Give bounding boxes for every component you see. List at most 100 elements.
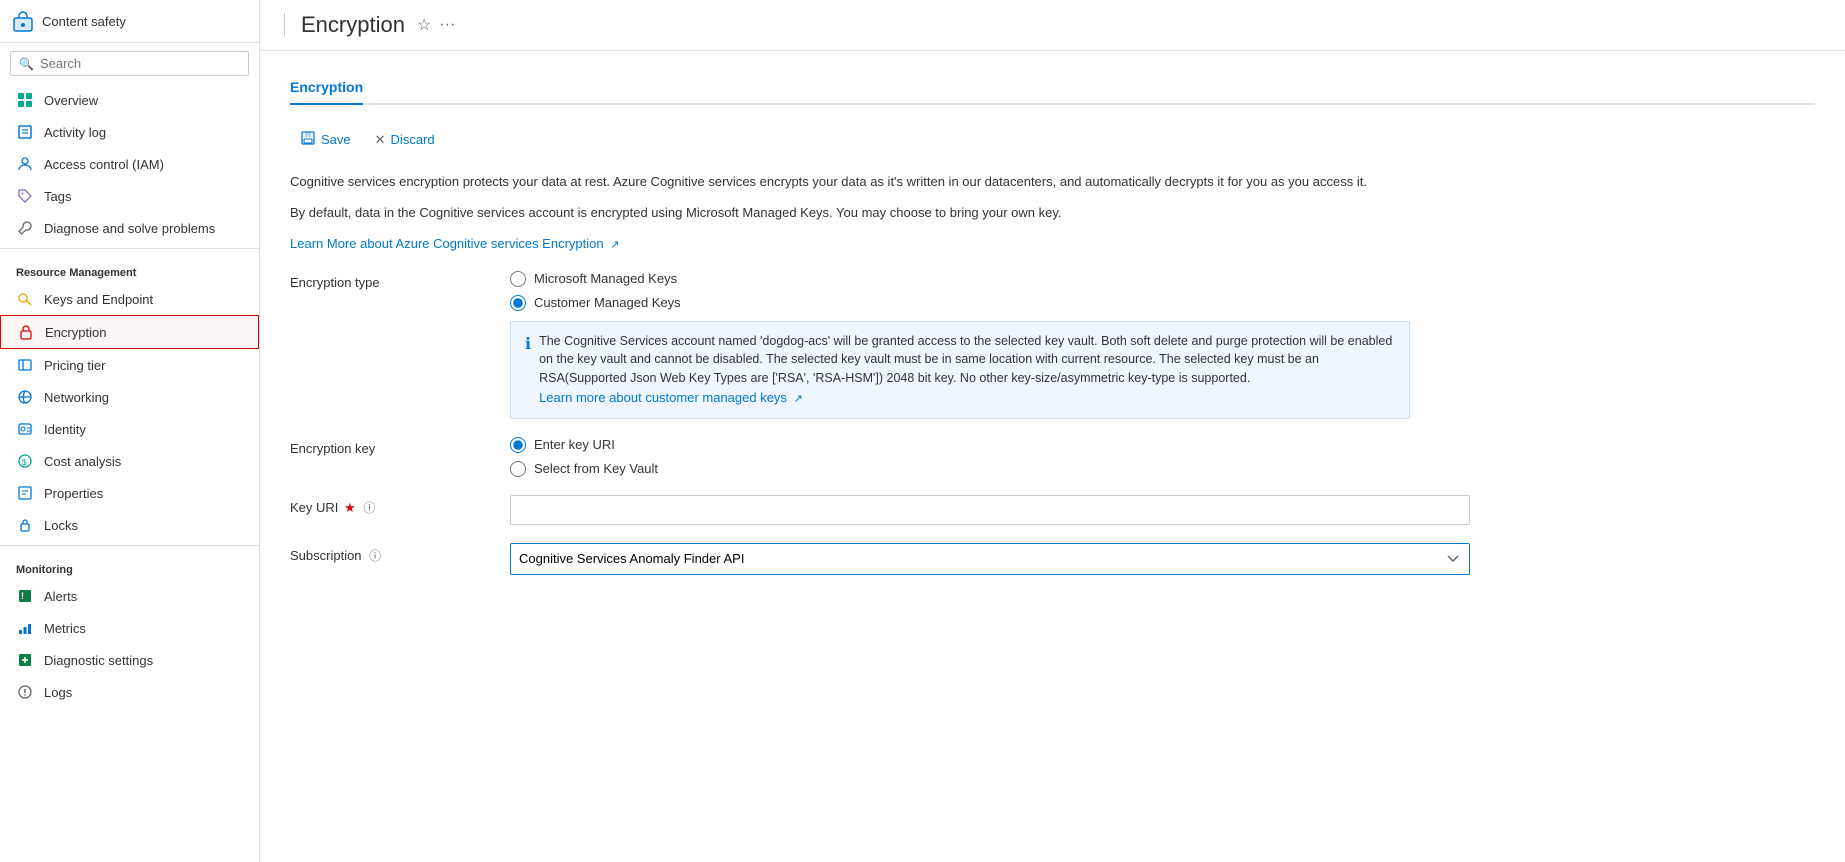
encryption-key-controls: Enter key URI Select from Key Vault xyxy=(510,437,1815,477)
page-header: Encryption ☆ ··· xyxy=(260,0,1845,51)
encryption-type-row: Encryption type Microsoft Managed Keys C… xyxy=(290,271,1815,419)
identity-icon xyxy=(16,420,34,438)
pricing-tier-label: Pricing tier xyxy=(44,358,105,373)
search-icon: 🔍 xyxy=(19,57,34,71)
sidebar-item-overview[interactable]: Overview xyxy=(0,84,259,116)
toolbar: Save ✕ Discard xyxy=(290,125,1815,154)
radio-mmk-label: Microsoft Managed Keys xyxy=(534,271,677,286)
networking-label: Networking xyxy=(44,390,109,405)
encryption-key-label: Encryption key xyxy=(290,437,510,456)
keys-endpoint-label: Keys and Endpoint xyxy=(44,292,153,307)
tab-encryption[interactable]: Encryption xyxy=(290,71,363,105)
grid-icon xyxy=(16,91,34,109)
radio-enter-key-uri-label: Enter key URI xyxy=(534,437,615,452)
sidebar-item-keys-endpoint[interactable]: Keys and Endpoint xyxy=(0,283,259,315)
sidebar-item-tags[interactable]: Tags xyxy=(0,180,259,212)
save-button[interactable]: Save xyxy=(290,125,361,154)
metrics-label: Metrics xyxy=(44,621,86,636)
properties-label: Properties xyxy=(44,486,103,501)
encryption-key-row: Encryption key Enter key URI Select from… xyxy=(290,437,1815,477)
subscription-row: Subscription ⓘ Cognitive Services Anomal… xyxy=(290,543,1815,575)
divider-2 xyxy=(0,545,259,546)
subscription-label: Subscription ⓘ xyxy=(290,543,510,564)
star-icon[interactable]: ☆ xyxy=(417,15,431,35)
discard-button[interactable]: ✕ Discard xyxy=(365,127,445,153)
tab-bar: Encryption xyxy=(290,71,1815,105)
sidebar-item-pricing-tier[interactable]: Pricing tier xyxy=(0,349,259,381)
sidebar-item-identity[interactable]: Identity xyxy=(0,413,259,445)
identity-label: Identity xyxy=(44,422,86,437)
sidebar-item-locks[interactable]: Locks xyxy=(0,509,259,541)
locks-icon xyxy=(16,516,34,534)
tag-icon xyxy=(16,187,34,205)
subscription-select[interactable]: Cognitive Services Anomaly Finder API xyxy=(510,543,1470,575)
access-control-label: Access control (IAM) xyxy=(44,157,164,172)
sidebar-item-networking[interactable]: Networking xyxy=(0,381,259,413)
sidebar-nav: Overview Activity log Access control (IA… xyxy=(0,84,259,862)
learn-more-cmk-link[interactable]: Learn more about customer managed keys ↗ xyxy=(539,390,803,405)
search-container[interactable]: 🔍 xyxy=(10,51,249,76)
sidebar-item-encryption[interactable]: Encryption xyxy=(0,315,259,349)
resource-management-section: Resource Management xyxy=(0,253,259,283)
network-icon xyxy=(16,388,34,406)
description-2: By default, data in the Cognitive servic… xyxy=(290,203,1390,224)
radio-mmk[interactable]: Microsoft Managed Keys xyxy=(510,271,1815,287)
activity-log-label: Activity log xyxy=(44,125,106,140)
app-logo-icon xyxy=(12,10,34,32)
app-title: Content safety xyxy=(42,14,126,29)
logs-label: Logs xyxy=(44,685,72,700)
discard-label: Discard xyxy=(391,132,435,147)
cost-analysis-label: Cost analysis xyxy=(44,454,121,469)
info-icon: ℹ xyxy=(525,333,531,408)
info-box: ℹ The Cognitive Services account named '… xyxy=(510,321,1410,419)
key-uri-row: Key URI ★ ⓘ xyxy=(290,495,1815,525)
svg-text:!: ! xyxy=(21,591,24,601)
sidebar-item-activity-log[interactable]: Activity log xyxy=(0,116,259,148)
page-title: Encryption xyxy=(301,12,405,38)
encryption-type-radio-group: Microsoft Managed Keys Customer Managed … xyxy=(510,271,1815,311)
overview-label: Overview xyxy=(44,93,98,108)
key-uri-info-icon[interactable]: ⓘ xyxy=(363,501,375,515)
info-box-content: The Cognitive Services account named 'do… xyxy=(539,332,1395,408)
sidebar-item-diagnostic[interactable]: Diagnostic settings xyxy=(0,644,259,676)
metrics-icon xyxy=(16,619,34,637)
sidebar: Content safety 🔍 Overview Activity log A… xyxy=(0,0,260,862)
sidebar-header: Content safety xyxy=(0,0,259,43)
diagnostic-label: Diagnostic settings xyxy=(44,653,153,668)
sidebar-item-metrics[interactable]: Metrics xyxy=(0,612,259,644)
key-icon xyxy=(16,290,34,308)
sidebar-item-access-control[interactable]: Access control (IAM) xyxy=(0,148,259,180)
tags-label: Tags xyxy=(44,189,71,204)
radio-select-key-vault[interactable]: Select from Key Vault xyxy=(510,461,1815,477)
learn-more-encryption-link[interactable]: Learn More about Azure Cognitive service… xyxy=(290,236,619,251)
radio-cmk-input[interactable] xyxy=(510,295,526,311)
sidebar-item-diagnose[interactable]: Diagnose and solve problems xyxy=(0,212,259,244)
key-uri-label: Key URI ★ ⓘ xyxy=(290,495,510,516)
sidebar-item-properties[interactable]: Properties xyxy=(0,477,259,509)
sidebar-item-cost-analysis[interactable]: $ Cost analysis xyxy=(0,445,259,477)
encryption-type-label: Encryption type xyxy=(290,271,510,290)
sidebar-item-alerts[interactable]: ! Alerts xyxy=(0,580,259,612)
diagnostic-icon xyxy=(16,651,34,669)
cost-icon: $ xyxy=(16,452,34,470)
search-input[interactable] xyxy=(40,56,240,71)
save-label: Save xyxy=(321,132,351,147)
description-1: Cognitive services encryption protects y… xyxy=(290,172,1390,193)
more-options-icon[interactable]: ··· xyxy=(439,16,455,34)
pricing-icon xyxy=(16,356,34,374)
external-link-icon: ↗ xyxy=(610,239,619,251)
radio-select-key-vault-input[interactable] xyxy=(510,461,526,477)
alerts-label: Alerts xyxy=(44,589,77,604)
sidebar-item-logs[interactable]: Logs xyxy=(0,676,259,708)
radio-mmk-input[interactable] xyxy=(510,271,526,287)
radio-cmk[interactable]: Customer Managed Keys xyxy=(510,295,1815,311)
cmk-external-link-icon: ↗ xyxy=(794,393,803,405)
locks-label: Locks xyxy=(44,518,78,533)
divider-1 xyxy=(0,248,259,249)
header-divider xyxy=(284,13,285,37)
subscription-info-icon[interactable]: ⓘ xyxy=(369,549,381,563)
subscription-controls: Cognitive Services Anomaly Finder API xyxy=(510,543,1815,575)
radio-enter-key-uri[interactable]: Enter key URI xyxy=(510,437,1815,453)
radio-enter-key-uri-input[interactable] xyxy=(510,437,526,453)
key-uri-input[interactable] xyxy=(510,495,1470,525)
